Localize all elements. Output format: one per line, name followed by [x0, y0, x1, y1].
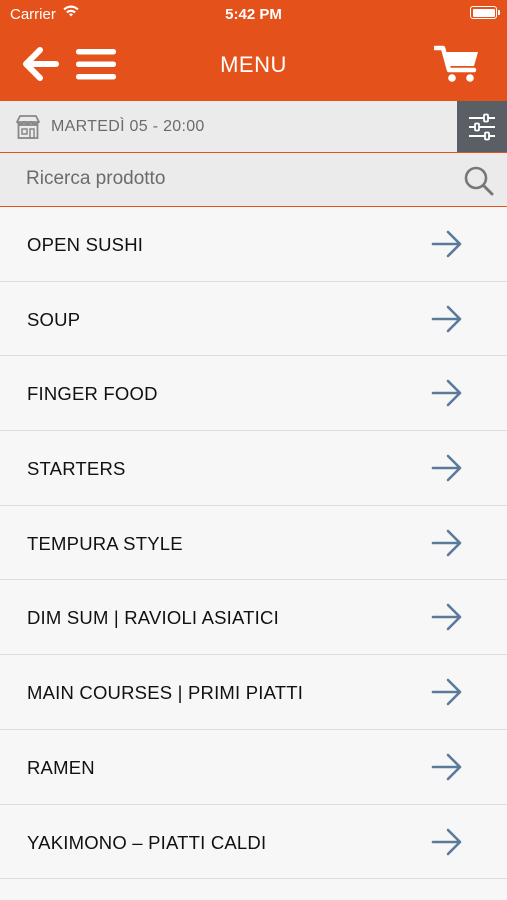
arrow-right-icon [431, 380, 462, 407]
arrow-right-icon [431, 230, 462, 258]
clock: 5:42 PM [225, 6, 282, 23]
category-row-yakimono[interactable]: YAKIMONO – PIATTI CALDI [0, 804, 507, 880]
category-row-main-courses[interactable]: MAIN COURSES | PRIMI PIATTI [0, 655, 507, 730]
category-row-soup[interactable]: SOUP [0, 281, 507, 357]
search-input[interactable] [0, 153, 450, 205]
arrow-right-icon [431, 678, 462, 706]
category-list: OPEN SUSHI SOUP FINGER FOOD STARTERS TEM… [0, 207, 507, 880]
category-label: DIM SUM | RAVIOLI ASIATICI [27, 607, 279, 629]
category-label: SOUP [27, 308, 81, 330]
category-label: FINGER FOOD [27, 383, 158, 405]
search-icon[interactable] [463, 165, 495, 197]
status-bar: Carrier 5:42 PM [0, 0, 507, 28]
category-row-starters[interactable]: STARTERS [0, 431, 507, 506]
battery-icon [470, 6, 500, 19]
arrow-right-icon [431, 305, 462, 332]
arrow-right-icon [431, 529, 462, 557]
date-time-label: MARTEDÌ 05 - 20:00 [51, 118, 205, 135]
cart-icon[interactable] [434, 44, 480, 84]
category-label: OPEN SUSHI [27, 234, 144, 255]
category-label: RAMEN [27, 756, 95, 778]
filter-button[interactable] [457, 101, 507, 152]
arrow-right-icon [431, 604, 462, 631]
arrow-right-icon [431, 753, 462, 781]
search-bar [0, 153, 507, 207]
category-row-ramen[interactable]: RAMEN [0, 729, 507, 805]
sliders-icon [469, 113, 495, 141]
category-row-tempura-style[interactable]: TEMPURA STYLE [0, 505, 507, 581]
app-header: Carrier 5:42 PM MENU [0, 0, 507, 101]
category-row-dim-sum[interactable]: DIM SUM | RAVIOLI ASIATICI [0, 580, 507, 656]
page-title: MENU [220, 52, 287, 77]
arrow-right-icon [431, 828, 462, 855]
category-label: MAIN COURSES | PRIMI PIATTI [27, 682, 304, 704]
arrow-right-icon [431, 454, 462, 482]
category-row-open-sushi[interactable]: OPEN SUSHI [0, 207, 507, 282]
category-row-finger-food[interactable]: FINGER FOOD [0, 356, 507, 432]
date-bar[interactable]: MARTEDÌ 05 - 20:00 [0, 101, 507, 153]
category-label: TEMPURA STYLE [27, 532, 183, 554]
category-label: YAKIMONO – PIATTI CALDI [27, 831, 267, 853]
store-icon [16, 115, 40, 139]
category-label: STARTERS [27, 458, 126, 480]
